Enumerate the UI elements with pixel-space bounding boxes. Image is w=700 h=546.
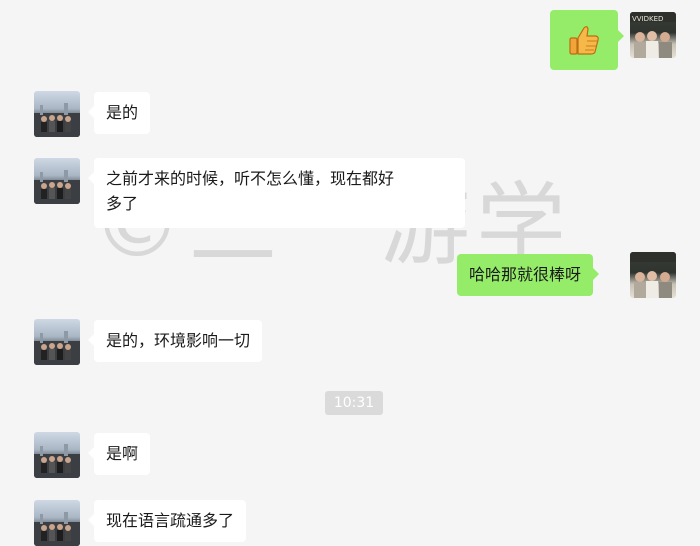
contact-avatar[interactable] bbox=[34, 500, 80, 546]
message-text-line: 之前才来的时候，听不怎么懂，现在都好 bbox=[106, 169, 395, 188]
message-text: 现在语言疏通多了 bbox=[106, 511, 235, 530]
my-avatar[interactable] bbox=[630, 252, 676, 298]
avatar-me-text: VVIDKED bbox=[632, 15, 663, 23]
message-text: 哈哈那就很棒呀 bbox=[469, 265, 582, 284]
message-bubble[interactable]: 现在语言疏通多了 bbox=[87, 500, 247, 542]
message-bubble[interactable]: 是的，环境影响一切 bbox=[87, 320, 263, 362]
time-divider: 10:31 bbox=[325, 391, 383, 415]
message-bubble-mine[interactable]: 哈哈那就很棒呀 bbox=[457, 254, 600, 296]
message-bubble[interactable]: 之前才来的时候，听不怎么懂，现在都好 多了 bbox=[88, 158, 465, 228]
contact-avatar[interactable] bbox=[34, 158, 80, 204]
thumbs-up-icon bbox=[569, 26, 599, 55]
contact-avatar[interactable] bbox=[34, 319, 80, 365]
message-bubble-thumbs-up[interactable] bbox=[550, 10, 624, 70]
message-text: 是啊 bbox=[106, 444, 139, 463]
message-text: 是的，环境影响一切 bbox=[106, 331, 251, 350]
message-text: 是的 bbox=[106, 103, 139, 122]
message-bubble[interactable]: 是啊 bbox=[87, 433, 151, 475]
my-avatar[interactable]: VVIDKED bbox=[630, 12, 676, 58]
chat-window: ©三一游学 VVIDKED bbox=[0, 0, 700, 546]
message-bubble[interactable]: 是的 bbox=[87, 92, 151, 134]
message-text-line: 多了 bbox=[106, 194, 139, 213]
contact-avatar[interactable] bbox=[34, 432, 80, 478]
contact-avatar[interactable] bbox=[34, 91, 80, 137]
